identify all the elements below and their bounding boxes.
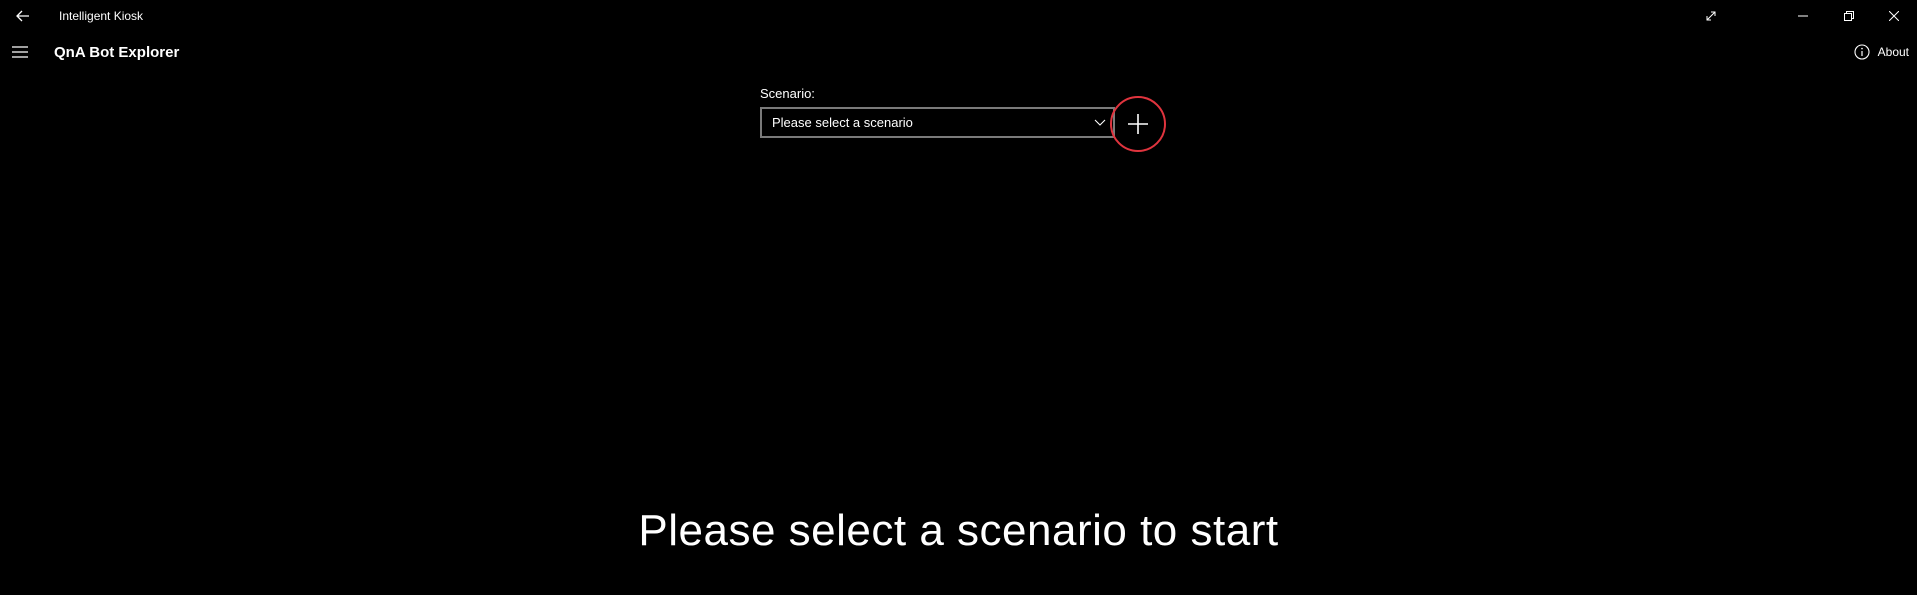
about-label: About (1877, 45, 1909, 59)
page-title: QnA Bot Explorer (54, 44, 180, 61)
title-bar: Intelligent Kiosk (0, 0, 1917, 32)
restore-icon (1844, 11, 1854, 21)
info-icon (1854, 44, 1870, 60)
app-header: QnA Bot Explorer About (0, 36, 1917, 68)
minimize-icon (1798, 15, 1808, 17)
chevron-down-icon (1089, 109, 1111, 136)
fullscreen-icon (1706, 11, 1716, 21)
back-arrow-icon (16, 10, 29, 22)
back-button[interactable] (8, 4, 38, 28)
hamburger-icon (12, 46, 28, 58)
minimize-button[interactable] (1780, 0, 1826, 32)
add-scenario-button[interactable] (1110, 96, 1166, 152)
scenario-dropdown[interactable]: Please select a scenario (760, 107, 1115, 138)
scenario-label: Scenario: (760, 86, 815, 101)
about-button[interactable]: About (1854, 40, 1909, 64)
plus-icon (1128, 114, 1148, 134)
app-title: Intelligent Kiosk (59, 9, 144, 23)
start-message: Please select a scenario to start (638, 506, 1279, 555)
close-button[interactable] (1871, 0, 1917, 32)
menu-button[interactable] (6, 36, 34, 68)
scenario-selected-value: Please select a scenario (772, 115, 913, 130)
restore-button[interactable] (1826, 0, 1872, 32)
close-icon (1889, 11, 1899, 21)
fullscreen-button[interactable] (1688, 0, 1734, 32)
